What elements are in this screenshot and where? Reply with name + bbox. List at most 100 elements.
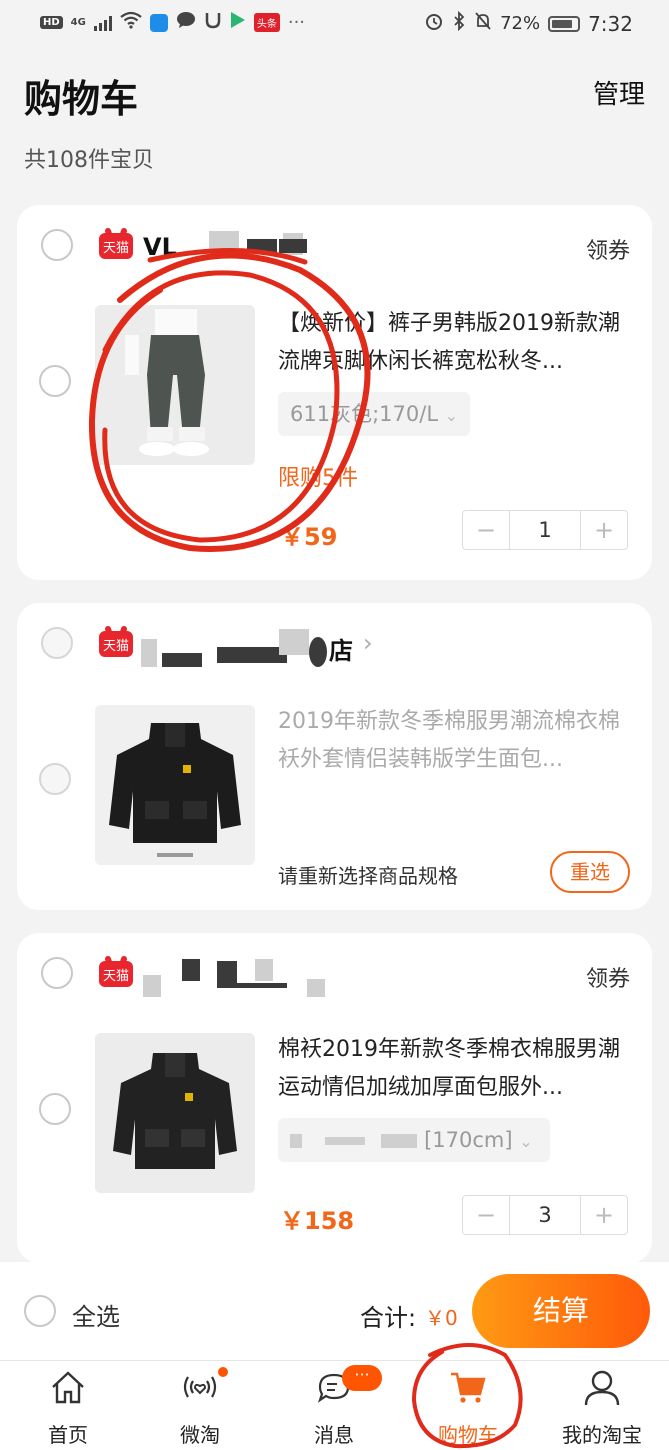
chevron-down-icon: ⌄ [444, 406, 459, 425]
tab-weitao[interactable]: 微淘 [140, 1361, 260, 1450]
product-image[interactable] [95, 705, 255, 865]
message-badge: ··· [342, 1365, 382, 1391]
tab-cart[interactable]: 购物车 [408, 1361, 528, 1450]
sku-text: [170cm] [424, 1128, 513, 1152]
redacted-store-name [141, 639, 157, 667]
tmall-badge: 天猫 [99, 631, 133, 657]
increase-button[interactable]: + [581, 1196, 627, 1234]
reselect-hint: 请重新选择商品规格 [278, 864, 458, 888]
sku-selector[interactable]: 611灰色;170/L ⌄ [278, 392, 471, 436]
more-notifications-icon: ··· [287, 12, 306, 33]
product-price: ￥59 [280, 523, 338, 551]
battery-percent: 72% [500, 13, 541, 34]
tab-my-taobao[interactable]: 我的淘宝 [542, 1361, 662, 1450]
redacted-store-name [309, 637, 327, 667]
tab-home[interactable]: 首页 [8, 1361, 128, 1450]
tab-label: 我的淘宝 [562, 1423, 642, 1447]
redacted-sku [324, 1137, 365, 1145]
store-select-radio[interactable] [41, 957, 73, 989]
select-all-label[interactable]: 全选 [72, 1297, 120, 1332]
sku-selector[interactable]: [170cm] ⌄ [278, 1118, 550, 1162]
coupon-button[interactable]: 领券 [586, 961, 630, 993]
store-name[interactable]: 店 [329, 631, 353, 666]
app-notification-icon [149, 13, 168, 32]
item-select-radio[interactable] [39, 1093, 71, 1125]
redacted-store-name [209, 231, 239, 251]
reselect-button[interactable]: 重选 [550, 851, 630, 893]
quantity-value[interactable]: 1 [509, 511, 581, 549]
redacted-store-name [162, 653, 202, 667]
redacted-store-name [182, 959, 200, 981]
alarm-icon [424, 11, 444, 36]
cart-store-card: 天猫 领券 棉袄2019年新款冬季棉衣棉服男潮运动情侣加绒加厚面包服外... [… [17, 933, 652, 1263]
home-icon [52, 1371, 84, 1404]
manage-button[interactable]: 管理 [593, 74, 645, 111]
cart-icon [451, 1372, 486, 1403]
item-select-radio[interactable] [39, 365, 71, 397]
weitao-icon [183, 1376, 217, 1398]
item-count: 共108件宝贝 [24, 148, 154, 173]
product-image[interactable] [95, 1033, 255, 1193]
clock-time: 7:32 [588, 11, 633, 36]
quantity-value[interactable]: 3 [509, 1196, 581, 1234]
tab-label: 微淘 [180, 1423, 220, 1447]
decrease-button[interactable]: − [463, 1196, 509, 1234]
bluetooth-icon [452, 10, 466, 36]
chat-notification-icon [176, 11, 196, 34]
tmall-badge: 天猫 [99, 233, 133, 259]
quantity-stepper: − 1 + [462, 510, 628, 550]
product-title[interactable]: 【焕新价】裤子男韩版2019新款潮流牌束脚休闲长裤宽松秋冬... [278, 305, 634, 381]
notification-dot [218, 1367, 228, 1377]
battery-icon [548, 15, 581, 32]
cart-store-card: 天猫 店 › 2019年新款冬季棉服男潮流棉衣棉袄外套情侣装韩版学生面包... … [17, 603, 652, 910]
cart-store-card: 天猫 VL 领券 【焕新价】裤子男韩版2019新款潮流牌束脚休闲长裤宽松秋冬..… [17, 205, 652, 580]
redacted-store-name [143, 975, 161, 997]
purchase-limit: 限购5件 [278, 466, 358, 491]
redacted-store-name [217, 647, 287, 663]
redacted-sku [381, 1134, 418, 1148]
profile-icon [584, 1370, 620, 1406]
app-u-icon [204, 11, 222, 34]
page-title: 购物车 [24, 77, 139, 121]
bottom-tab-bar: 首页 微淘 ··· 消息 购物车 我的淘宝 [0, 1360, 669, 1450]
total-label: 合计: [360, 1304, 417, 1332]
total-value: ￥0 [425, 1306, 458, 1330]
tab-messages[interactable]: ··· 消息 [274, 1361, 394, 1450]
redacted-store-name [217, 961, 237, 983]
redacted-store-name [307, 979, 325, 997]
tab-label: 首页 [48, 1423, 88, 1447]
tab-label: 购物车 [438, 1423, 498, 1447]
store-select-radio[interactable] [41, 229, 73, 261]
redacted-store-name [255, 959, 273, 981]
item-select-radio[interactable] [39, 763, 71, 795]
product-title[interactable]: 2019年新款冬季棉服男潮流棉衣棉袄外套情侣装韩版学生面包... [278, 703, 634, 779]
wifi-icon [120, 11, 142, 34]
redacted-store-name [247, 239, 277, 253]
checkout-button[interactable]: 结算 [472, 1274, 650, 1348]
redacted-store-name [279, 629, 309, 655]
network-type: 4G [70, 17, 86, 28]
select-all-radio[interactable] [24, 1295, 56, 1327]
chevron-down-icon: ⌄ [519, 1132, 533, 1151]
tmall-badge: 天猫 [99, 961, 133, 987]
status-bar: HD 4G 头条 ··· 72% 7:32 [0, 0, 669, 46]
quantity-stepper: − 3 + [462, 1195, 628, 1235]
tab-label: 消息 [314, 1423, 354, 1447]
sku-text: 611灰色;170/L [290, 402, 439, 426]
redacted-store-name [279, 239, 307, 253]
hd-indicator: HD [40, 16, 63, 29]
toutiao-icon: 头条 [253, 13, 280, 32]
signal-icon [93, 15, 112, 31]
play-store-icon [230, 11, 246, 34]
chevron-right-icon[interactable]: › [363, 629, 373, 657]
product-image[interactable] [95, 305, 255, 465]
coupon-button[interactable]: 领券 [586, 233, 630, 265]
increase-button[interactable]: + [581, 511, 627, 549]
store-select-radio[interactable] [41, 627, 73, 659]
redacted-sku [290, 1134, 302, 1148]
decrease-button[interactable]: − [463, 511, 509, 549]
product-title[interactable]: 棉袄2019年新款冬季棉衣棉服男潮运动情侣加绒加厚面包服外... [278, 1031, 634, 1107]
checkout-bar: 全选 合计: ￥0 结算 [0, 1262, 669, 1360]
redacted-store-name [217, 983, 287, 988]
store-name[interactable]: VL [143, 233, 177, 261]
